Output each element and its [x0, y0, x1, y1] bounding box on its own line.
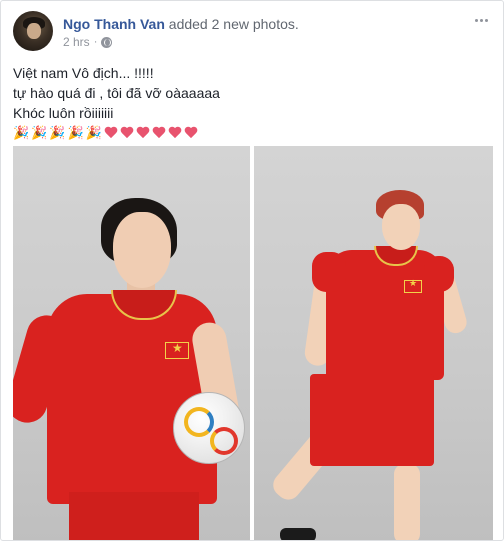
- avatar[interactable]: [13, 11, 53, 51]
- author-name-link[interactable]: Ngo Thanh Van: [63, 16, 165, 32]
- meta-separator: ·: [93, 36, 98, 48]
- ellipsis-icon: [479, 18, 483, 22]
- post-line: Khóc luôn rồiiiiiii: [13, 105, 114, 121]
- emoji-row: 🎉 🎉 🎉 🎉 🎉: [13, 124, 491, 142]
- heart-icon: [120, 127, 134, 140]
- photo-figure-part: [394, 464, 420, 540]
- more-options-button[interactable]: [471, 13, 491, 27]
- post-headline: Ngo Thanh Van added 2 new photos.: [63, 15, 299, 33]
- photo-grid: [13, 146, 493, 540]
- post-card: Ngo Thanh Van added 2 new photos. 2 hrs …: [0, 0, 504, 541]
- heart-icon: [104, 127, 118, 140]
- post-line: Việt nam Vô địch... !!!!!: [13, 65, 154, 81]
- photo-figure-part: [424, 256, 454, 292]
- ellipsis-icon: [474, 18, 478, 22]
- photo-figure-part: [312, 252, 346, 292]
- post-header: Ngo Thanh Van added 2 new photos. 2 hrs …: [13, 11, 491, 55]
- party-popper-icon: 🎉: [13, 125, 30, 140]
- ellipsis-icon: [484, 18, 488, 22]
- football-icon: [173, 392, 245, 464]
- post-message: Việt nam Vô địch... !!!!! tự hào quá đi …: [13, 63, 491, 142]
- post-timestamp[interactable]: 2 hrs: [63, 35, 90, 49]
- photo-figure-part: [382, 204, 420, 250]
- photo-figure-part: [280, 528, 316, 540]
- post-line: tự hào quá đi , tôi đã vỡ oàaaaaa: [13, 85, 220, 101]
- vietnam-flag-icon: [165, 341, 189, 359]
- red-shorts: [310, 374, 434, 466]
- red-shorts: [69, 492, 199, 540]
- globe-icon[interactable]: [101, 36, 113, 48]
- party-popper-icon: 🎉: [49, 125, 66, 140]
- vietnam-flag-icon: [404, 278, 422, 293]
- party-popper-icon: 🎉: [85, 125, 102, 140]
- avatar-face: [27, 23, 41, 39]
- photo-figure-part: [113, 212, 171, 288]
- heart-icon: [152, 127, 166, 140]
- heart-icon: [136, 127, 150, 140]
- photo-woman-with-ball[interactable]: [13, 146, 250, 540]
- post-action-text: added 2 new photos.: [168, 16, 299, 32]
- post-meta: 2 hrs ·: [63, 35, 113, 49]
- party-popper-icon: 🎉: [31, 125, 48, 140]
- heart-icon: [168, 127, 182, 140]
- heart-icon: [184, 127, 198, 140]
- photo-man-thumbs-up[interactable]: [254, 146, 493, 540]
- party-popper-icon: 🎉: [67, 125, 84, 140]
